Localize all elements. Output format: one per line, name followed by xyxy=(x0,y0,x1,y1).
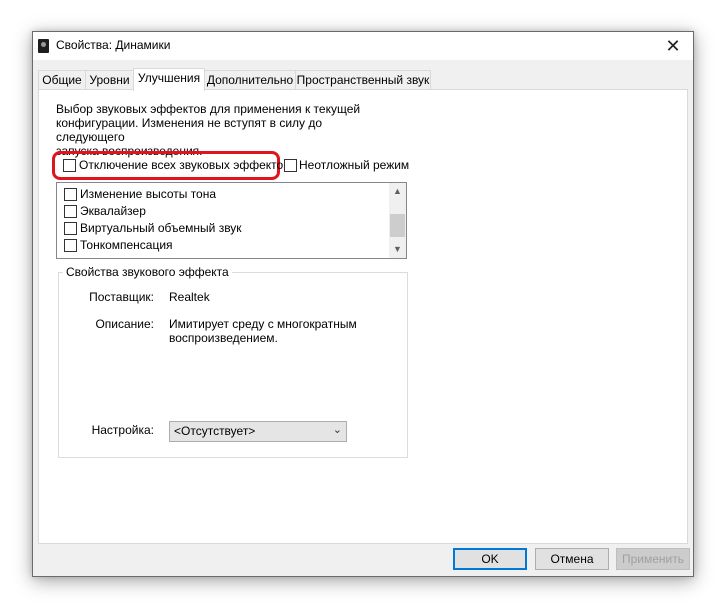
disable-all-effects-label[interactable]: Отключение всех звуковых эффектов xyxy=(79,158,290,172)
effect-checkbox[interactable] xyxy=(64,222,77,235)
list-item[interactable]: Виртуальный объемный звук xyxy=(57,220,387,237)
description-value: Имитирует среду с многократным воспроизв… xyxy=(169,317,357,345)
immediate-mode-checkbox[interactable] xyxy=(284,159,297,172)
scroll-up-icon[interactable]: ▲ xyxy=(389,183,406,200)
effects-list[interactable]: Изменение высоты тона Эквалайзер Виртуал… xyxy=(56,182,407,259)
provider-label: Поставщик: xyxy=(89,290,154,304)
scroll-down-icon[interactable]: ▼ xyxy=(389,241,406,258)
setting-value: <Отсутствует> xyxy=(174,424,256,438)
ok-button[interactable]: OK xyxy=(453,548,527,570)
effect-properties-group: Свойства звукового эффекта Поставщик: Re… xyxy=(58,265,408,458)
setting-label: Настройка: xyxy=(91,423,154,437)
group-title: Свойства звукового эффекта xyxy=(63,265,232,279)
list-item[interactable]: Эквалайзер xyxy=(57,203,387,220)
tab-spatial-sound[interactable]: Пространственный звук xyxy=(295,70,431,90)
tab-levels[interactable]: Уровни xyxy=(85,70,134,90)
title-bar: Свойства: Динамики ✕ xyxy=(33,32,693,60)
immediate-mode-label[interactable]: Неотложный режим xyxy=(299,158,409,172)
scroll-thumb[interactable] xyxy=(390,214,405,237)
disable-all-effects-checkbox[interactable] xyxy=(63,159,76,172)
speaker-icon xyxy=(38,39,49,53)
effect-checkbox[interactable] xyxy=(64,239,77,252)
tab-enhancements[interactable]: Улучшения xyxy=(133,68,205,91)
tab-advanced[interactable]: Дополнительно xyxy=(204,70,296,90)
list-item[interactable]: Изменение высоты тона xyxy=(57,186,387,203)
provider-value: Realtek xyxy=(169,290,210,304)
list-scrollbar[interactable]: ▲ ▼ xyxy=(389,183,406,258)
effect-checkbox[interactable] xyxy=(64,205,77,218)
list-item[interactable]: Тонкомпенсация xyxy=(57,237,387,254)
window-title: Свойства: Динамики xyxy=(56,38,171,52)
setting-dropdown[interactable]: <Отсутствует> ⌄ xyxy=(169,421,347,442)
apply-button[interactable]: Применить xyxy=(616,548,690,570)
effect-checkbox[interactable] xyxy=(64,188,77,201)
cancel-button[interactable]: Отмена xyxy=(535,548,609,570)
sound-properties-dialog: Свойства: Динамики ✕ Общие Уровни Улучше… xyxy=(32,31,694,577)
enhancements-panel: Выбор звуковых эффектов для применения к… xyxy=(38,89,688,544)
close-button[interactable]: ✕ xyxy=(653,32,693,60)
tab-general[interactable]: Общие xyxy=(38,70,86,90)
description-label: Описание: xyxy=(95,317,154,331)
chevron-down-icon: ⌄ xyxy=(332,424,342,436)
enhancements-description: Выбор звуковых эффектов для применения к… xyxy=(56,102,361,158)
